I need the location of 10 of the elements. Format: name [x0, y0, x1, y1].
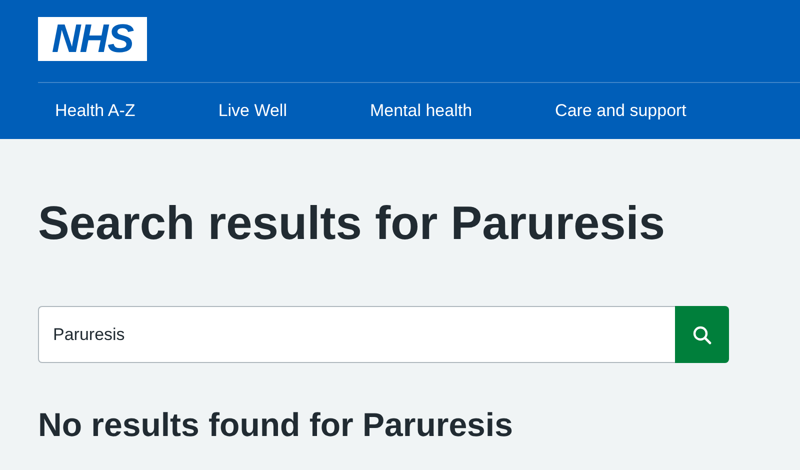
nav-link[interactable]: Care and support: [538, 100, 704, 120]
nav-link[interactable]: Mental health: [352, 100, 490, 120]
search-field[interactable]: Paruresis: [38, 306, 675, 363]
nhs-logo[interactable]: NHS: [38, 17, 147, 61]
search-button[interactable]: [675, 306, 729, 363]
nav-link[interactable]: Live Well: [201, 100, 304, 120]
no-results-heading: No results found for Paruresis: [38, 405, 514, 445]
search-icon: [692, 324, 712, 344]
nav-link[interactable]: Health A-Z: [38, 100, 152, 120]
page-heading: Search results for Paruresis: [38, 195, 666, 251]
